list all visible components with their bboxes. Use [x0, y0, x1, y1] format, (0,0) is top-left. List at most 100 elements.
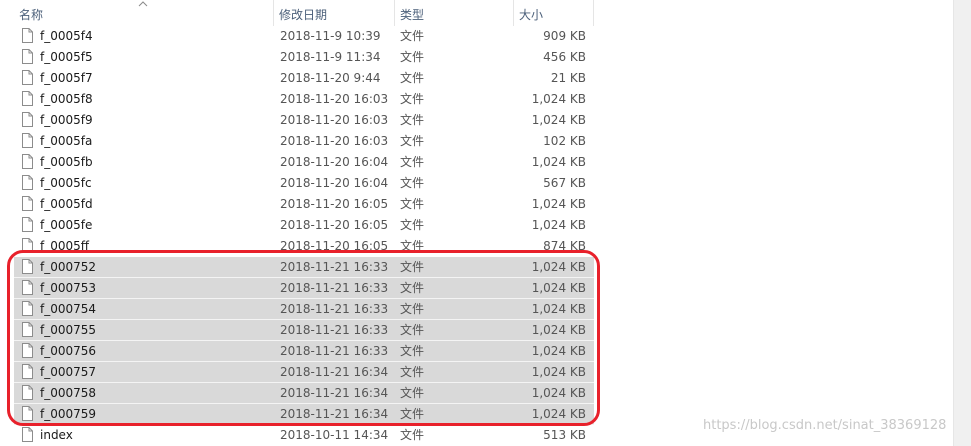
- file-type: 文件: [400, 386, 425, 400]
- file-row[interactable]: f_0005fa 2018-11-20 16:03 文件 102 KB: [14, 131, 594, 152]
- file-date-modified: 2018-11-21 16:34: [280, 386, 389, 400]
- file-row[interactable]: f_0005fd 2018-11-20 16:05 文件 1,024 KB: [14, 194, 594, 215]
- file-row[interactable]: f_0005f4 2018-11-9 10:39 文件 909 KB: [14, 26, 594, 47]
- file-name: f_0005f4: [40, 29, 93, 43]
- file-list: f_0005f4 2018-11-9 10:39 文件 909 KB f_0005f5 2…: [14, 26, 594, 446]
- file-explorer-view: 名称 修改日期 类型 大小 f_0005f4 2018-11-9 10:39 文件 9…: [0, 0, 971, 446]
- file-row[interactable]: f_0005f9 2018-11-20 16:03 文件 1,024 KB: [14, 110, 594, 131]
- blank-file-icon: [22, 259, 33, 274]
- blank-file-icon: [22, 49, 33, 64]
- file-date-modified: 2018-11-20 16:05: [280, 197, 389, 211]
- blank-file-icon: [22, 70, 33, 85]
- file-size: 1,024 KB: [531, 365, 586, 379]
- column-header-date-modified[interactable]: 修改日期: [274, 0, 395, 26]
- file-name: f_0005f7: [40, 71, 93, 85]
- column-header-size[interactable]: 大小: [514, 0, 594, 26]
- file-date-modified: 2018-11-21 16:33: [280, 260, 389, 274]
- file-name: f_0005f5: [40, 50, 93, 64]
- file-type: 文件: [400, 92, 425, 106]
- file-name: f_000758: [40, 386, 97, 400]
- file-size: 1,024 KB: [531, 92, 586, 106]
- file-type: 文件: [400, 260, 425, 274]
- file-name: f_000754: [40, 302, 97, 316]
- file-size: 102 KB: [543, 134, 586, 148]
- file-type: 文件: [400, 302, 425, 316]
- file-name: f_0005fe: [40, 218, 93, 232]
- file-date-modified: 2018-11-21 16:34: [280, 365, 389, 379]
- blank-file-icon: [22, 175, 33, 190]
- file-date-modified: 2018-11-21 16:33: [280, 302, 389, 316]
- file-date-modified: 2018-11-20 16:03: [280, 92, 389, 106]
- file-size: 1,024 KB: [531, 155, 586, 169]
- column-header-type[interactable]: 类型: [395, 0, 514, 26]
- file-name: f_0005f9: [40, 113, 93, 127]
- file-size: 1,024 KB: [531, 344, 586, 358]
- file-row[interactable]: f_000754 2018-11-21 16:33 文件 1,024 KB: [14, 299, 594, 320]
- file-date-modified: 2018-11-21 16:33: [280, 323, 389, 337]
- file-size: 1,024 KB: [531, 218, 586, 232]
- file-row[interactable]: f_000758 2018-11-21 16:34 文件 1,024 KB: [14, 383, 594, 404]
- file-row[interactable]: f_0005f7 2018-11-20 9:44 文件 21 KB: [14, 68, 594, 89]
- file-row[interactable]: f_0005fe 2018-11-20 16:05 文件 1,024 KB: [14, 215, 594, 236]
- file-row[interactable]: f_0005fb 2018-11-20 16:04 文件 1,024 KB: [14, 152, 594, 173]
- blank-file-icon: [22, 217, 33, 232]
- file-size: 567 KB: [543, 176, 586, 190]
- file-row[interactable]: f_000752 2018-11-21 16:33 文件 1,024 KB: [14, 257, 594, 278]
- watermark-text: https://blog.csdn.net/sinat_38369128: [703, 418, 947, 433]
- file-date-modified: 2018-11-20 16:04: [280, 176, 389, 190]
- blank-file-icon: [22, 385, 33, 400]
- file-name: f_000755: [40, 323, 97, 337]
- file-date-modified: 2018-11-21 16:33: [280, 281, 389, 295]
- file-date-modified: 2018-11-20 16:03: [280, 113, 389, 127]
- blank-file-icon: [22, 28, 33, 43]
- file-size: 456 KB: [543, 50, 586, 64]
- file-row[interactable]: f_000755 2018-11-21 16:33 文件 1,024 KB: [14, 320, 594, 341]
- file-row[interactable]: f_000756 2018-11-21 16:33 文件 1,024 KB: [14, 341, 594, 362]
- file-size: 1,024 KB: [531, 323, 586, 337]
- file-size: 1,024 KB: [531, 281, 586, 295]
- file-name: index: [40, 428, 73, 442]
- file-type: 文件: [400, 113, 425, 127]
- file-size: 1,024 KB: [531, 407, 586, 421]
- file-row[interactable]: f_000759 2018-11-21 16:34 文件 1,024 KB: [14, 404, 594, 425]
- blank-file-icon: [22, 196, 33, 211]
- file-size: 513 KB: [543, 428, 586, 442]
- file-row[interactable]: f_0005f5 2018-11-9 11:34 文件 456 KB: [14, 47, 594, 68]
- file-name: f_000757: [40, 365, 97, 379]
- file-size: 909 KB: [543, 29, 586, 43]
- file-name: f_0005f8: [40, 92, 93, 106]
- file-date-modified: 2018-11-21 16:34: [280, 407, 389, 421]
- file-name: f_000756: [40, 344, 97, 358]
- file-type: 文件: [400, 155, 425, 169]
- file-name: f_0005fa: [40, 134, 93, 148]
- blank-file-icon: [22, 91, 33, 106]
- file-row[interactable]: f_0005ff 2018-11-20 16:05 文件 874 KB: [14, 236, 594, 257]
- file-date-modified: 2018-11-21 16:33: [280, 344, 389, 358]
- file-row[interactable]: index 2018-10-11 14:34 文件 513 KB: [14, 425, 594, 446]
- file-row[interactable]: f_000757 2018-11-21 16:34 文件 1,024 KB: [14, 362, 594, 383]
- file-type: 文件: [400, 176, 425, 190]
- file-date-modified: 2018-11-20 16:03: [280, 134, 389, 148]
- file-type: 文件: [400, 407, 425, 421]
- file-size: 1,024 KB: [531, 197, 586, 211]
- blank-file-icon: [22, 322, 33, 337]
- file-name: f_0005fd: [40, 197, 93, 211]
- blank-file-icon: [22, 427, 33, 442]
- file-type: 文件: [400, 323, 425, 337]
- file-row[interactable]: f_000753 2018-11-21 16:33 文件 1,024 KB: [14, 278, 594, 299]
- file-type: 文件: [400, 428, 425, 442]
- column-header-name[interactable]: 名称: [14, 0, 274, 26]
- file-size: 21 KB: [550, 71, 586, 85]
- file-size: 1,024 KB: [531, 260, 586, 274]
- file-name: f_0005fc: [40, 176, 92, 190]
- file-date-modified: 2018-11-20 16:05: [280, 239, 389, 253]
- blank-file-icon: [22, 133, 33, 148]
- vertical-scrollbar[interactable]: [953, 0, 971, 446]
- blank-file-icon: [22, 343, 33, 358]
- blank-file-icon: [22, 406, 33, 421]
- file-date-modified: 2018-11-9 11:34: [280, 50, 381, 64]
- file-row[interactable]: f_0005fc 2018-11-20 16:04 文件 567 KB: [14, 173, 594, 194]
- file-row[interactable]: f_0005f8 2018-11-20 16:03 文件 1,024 KB: [14, 89, 594, 110]
- file-name: f_0005ff: [40, 239, 90, 253]
- file-name: f_000753: [40, 281, 97, 295]
